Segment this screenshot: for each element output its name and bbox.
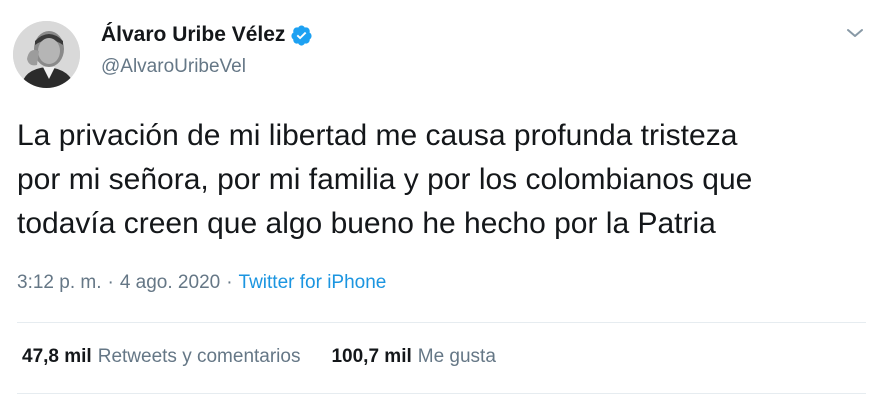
- tweet-date[interactable]: 4 ago. 2020: [120, 272, 220, 294]
- divider: [17, 393, 866, 394]
- avatar[interactable]: [13, 21, 80, 88]
- likes-label: Me gusta: [417, 346, 496, 367]
- meta-separator: ·: [107, 272, 114, 293]
- retweets-count: 47,8 mil: [22, 346, 92, 367]
- user-name-row: Álvaro Uribe Vélez: [101, 23, 313, 47]
- retweets-stat[interactable]: 47,8 mil Retweets y comentarios: [22, 346, 300, 368]
- tweet-time[interactable]: 3:12 p. m.: [17, 272, 102, 294]
- avatar-image: [13, 21, 80, 88]
- likes-stat[interactable]: 100,7 mil Me gusta: [331, 346, 495, 368]
- tweet-metadata: 3:12 p. m. · 4 ago. 2020 · Twitter for i…: [17, 272, 386, 294]
- tweet-card: Álvaro Uribe Vélez @AlvaroUribeVel La pr…: [0, 0, 883, 402]
- verified-badge-icon: [290, 24, 313, 47]
- tweet-source-link[interactable]: Twitter for iPhone: [239, 272, 387, 294]
- meta-separator: ·: [226, 272, 233, 293]
- divider: [17, 322, 866, 323]
- retweets-label: Retweets y comentarios: [97, 346, 301, 367]
- user-handle[interactable]: @AlvaroUribeVel: [101, 56, 246, 78]
- display-name[interactable]: Álvaro Uribe Vélez: [101, 23, 285, 47]
- tweet-stats: 47,8 mil Retweets y comentarios 100,7 mi…: [22, 346, 496, 368]
- likes-count: 100,7 mil: [331, 346, 412, 367]
- chevron-down-icon[interactable]: [845, 26, 865, 40]
- tweet-text: La privación de mi libertad me causa pro…: [17, 119, 753, 240]
